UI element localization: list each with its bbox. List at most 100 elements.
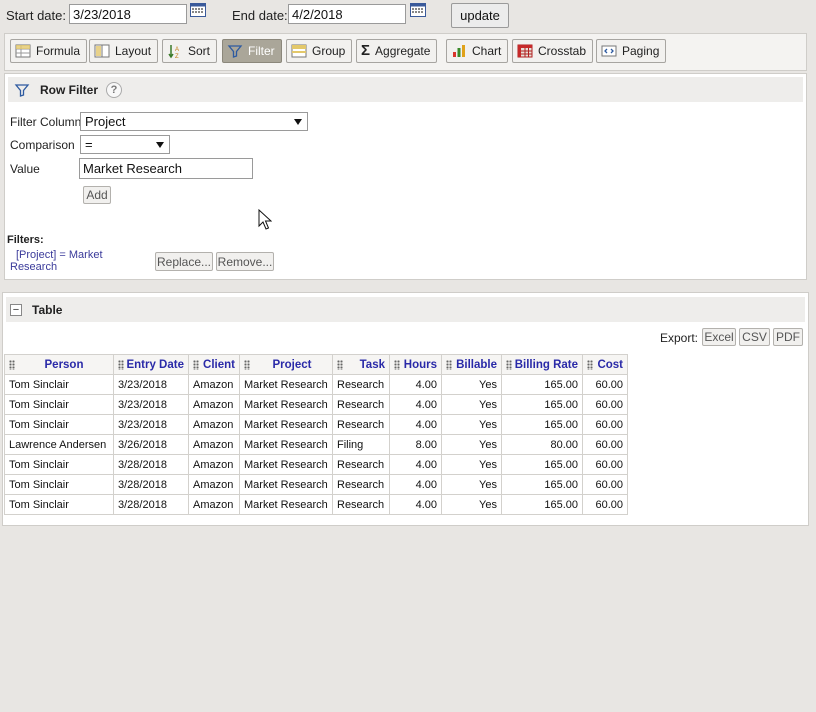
table-cell: Research [332, 474, 390, 495]
table-cell: Amazon [188, 454, 240, 475]
column-header-person[interactable]: Person [4, 354, 114, 375]
column-header-project[interactable]: Project [239, 354, 333, 375]
table-cell: Research [332, 374, 390, 395]
start-date-input[interactable] [69, 4, 187, 24]
drag-handle-icon[interactable] [587, 360, 593, 370]
table-cell: Yes [441, 434, 502, 455]
drag-handle-icon[interactable] [506, 360, 512, 370]
chart-icon [453, 45, 465, 57]
table-cell: 80.00 [501, 434, 583, 455]
export-csv-button[interactable]: CSV [739, 328, 770, 346]
table-cell: Research [332, 454, 390, 475]
table-cell: 60.00 [582, 474, 628, 495]
sort-button[interactable]: AZ Sort [162, 39, 218, 63]
sort-label: Sort [188, 44, 211, 58]
paging-button[interactable]: Paging [596, 39, 667, 63]
layout-button[interactable]: Layout [89, 39, 159, 63]
active-filter-line2: Research [10, 261, 58, 273]
chart-button[interactable]: Chart [446, 39, 509, 63]
table-cell: Tom Sinclair [4, 374, 114, 395]
table-cell: Yes [441, 374, 502, 395]
table-cell: Yes [441, 414, 502, 435]
help-icon[interactable]: ? [106, 81, 123, 98]
group-icon [291, 44, 307, 58]
end-date-label: End date: [232, 8, 288, 23]
group-button[interactable]: Group [286, 39, 353, 63]
export-pdf-button[interactable]: PDF [773, 328, 803, 346]
drag-handle-icon[interactable] [9, 360, 15, 370]
column-header-entry-date[interactable]: Entry Date [113, 354, 189, 375]
export-excel-button[interactable]: Excel [702, 328, 736, 346]
update-button[interactable]: update [451, 3, 509, 28]
table-cell: 4.00 [389, 374, 442, 395]
table-cell: Yes [441, 474, 502, 495]
table-cell: 165.00 [501, 454, 583, 475]
table-cell: Amazon [188, 494, 240, 515]
paging-icon [601, 45, 617, 57]
table-row[interactable]: Tom Sinclair 3/28/2018 Amazon Market Resear… [4, 494, 628, 515]
calendar-icon[interactable] [410, 3, 426, 17]
paging-label: Paging [622, 44, 660, 58]
table-row[interactable]: Tom Sinclair 3/23/2018 Amazon Market Resear… [4, 374, 628, 395]
table-row[interactable]: Tom Sinclair 3/23/2018 Amazon Market Resear… [4, 394, 628, 415]
table-row[interactable]: Lawrence Andersen 3/26/2018 Amazon Market R… [4, 434, 628, 455]
active-filter-entry[interactable]: [Project] = Market Research [10, 249, 103, 273]
drag-handle-icon[interactable] [337, 360, 343, 370]
svg-text:A: A [175, 47, 179, 53]
table-cell: 4.00 [389, 474, 442, 495]
table-cell: 60.00 [582, 414, 628, 435]
table-cell: 8.00 [389, 434, 442, 455]
column-header-billable[interactable]: Billable [441, 354, 502, 375]
crosstab-button[interactable]: Crosstab [512, 39, 594, 63]
table-row[interactable]: Tom Sinclair 3/28/2018 Amazon Market Resear… [4, 474, 628, 495]
formula-icon [15, 44, 31, 58]
table-row[interactable]: Tom Sinclair 3/28/2018 Amazon Market Resear… [4, 454, 628, 475]
chart-label: Chart [472, 44, 502, 58]
table-cell: Filing [332, 434, 390, 455]
drag-handle-icon[interactable] [244, 360, 250, 370]
aggregate-button[interactable]: Σ Aggregate [356, 39, 438, 63]
formula-button[interactable]: Formula [10, 39, 88, 63]
comparison-select[interactable]: = [80, 135, 170, 154]
table-cell: Market Research [239, 434, 333, 455]
calendar-icon[interactable] [190, 3, 206, 17]
end-date-input[interactable] [288, 4, 406, 24]
sigma-icon: Σ [361, 42, 371, 59]
dropdown-arrow-icon [156, 142, 164, 148]
table-cell: Amazon [188, 474, 240, 495]
table-cell: Yes [441, 494, 502, 515]
group-label: Group [312, 44, 346, 58]
remove-button[interactable]: Remove... [216, 252, 274, 271]
layout-label: Layout [115, 44, 152, 58]
table-cell: Market Research [239, 454, 333, 475]
drag-handle-icon[interactable] [193, 360, 199, 370]
column-header-client[interactable]: Client [188, 354, 240, 375]
mouse-cursor-icon [258, 209, 272, 230]
formula-label: Formula [36, 44, 81, 58]
value-input[interactable] [79, 158, 253, 179]
table-cell: Lawrence Andersen [4, 434, 114, 455]
table-title: Table [32, 302, 63, 317]
drag-handle-icon[interactable] [446, 360, 452, 370]
column-header-billing-rate[interactable]: Billing Rate [501, 354, 583, 375]
start-date-label: Start date: [6, 8, 66, 23]
filter-label: Filter [248, 44, 275, 58]
table-row[interactable]: Tom Sinclair 3/23/2018 Amazon Market Resear… [4, 414, 628, 435]
table-cell: Research [332, 394, 390, 415]
column-header-hours[interactable]: Hours [389, 354, 442, 375]
column-header-cost[interactable]: Cost [582, 354, 628, 375]
filter-column-select[interactable]: Project [80, 112, 308, 131]
table-cell: 4.00 [389, 454, 442, 475]
table-cell: Tom Sinclair [4, 394, 114, 415]
table-cell: 4.00 [389, 494, 442, 515]
table-cell: Tom Sinclair [4, 414, 114, 435]
filters-label: Filters: [7, 234, 44, 246]
drag-handle-icon[interactable] [118, 360, 124, 370]
table-cell: Market Research [239, 394, 333, 415]
drag-handle-icon[interactable] [394, 360, 400, 370]
column-header-task[interactable]: Task [332, 354, 390, 375]
add-button[interactable]: Add [83, 186, 111, 204]
collapse-icon[interactable]: − [10, 303, 22, 316]
filter-button[interactable]: Filter [222, 39, 282, 63]
replace-button[interactable]: Replace... [155, 252, 213, 271]
